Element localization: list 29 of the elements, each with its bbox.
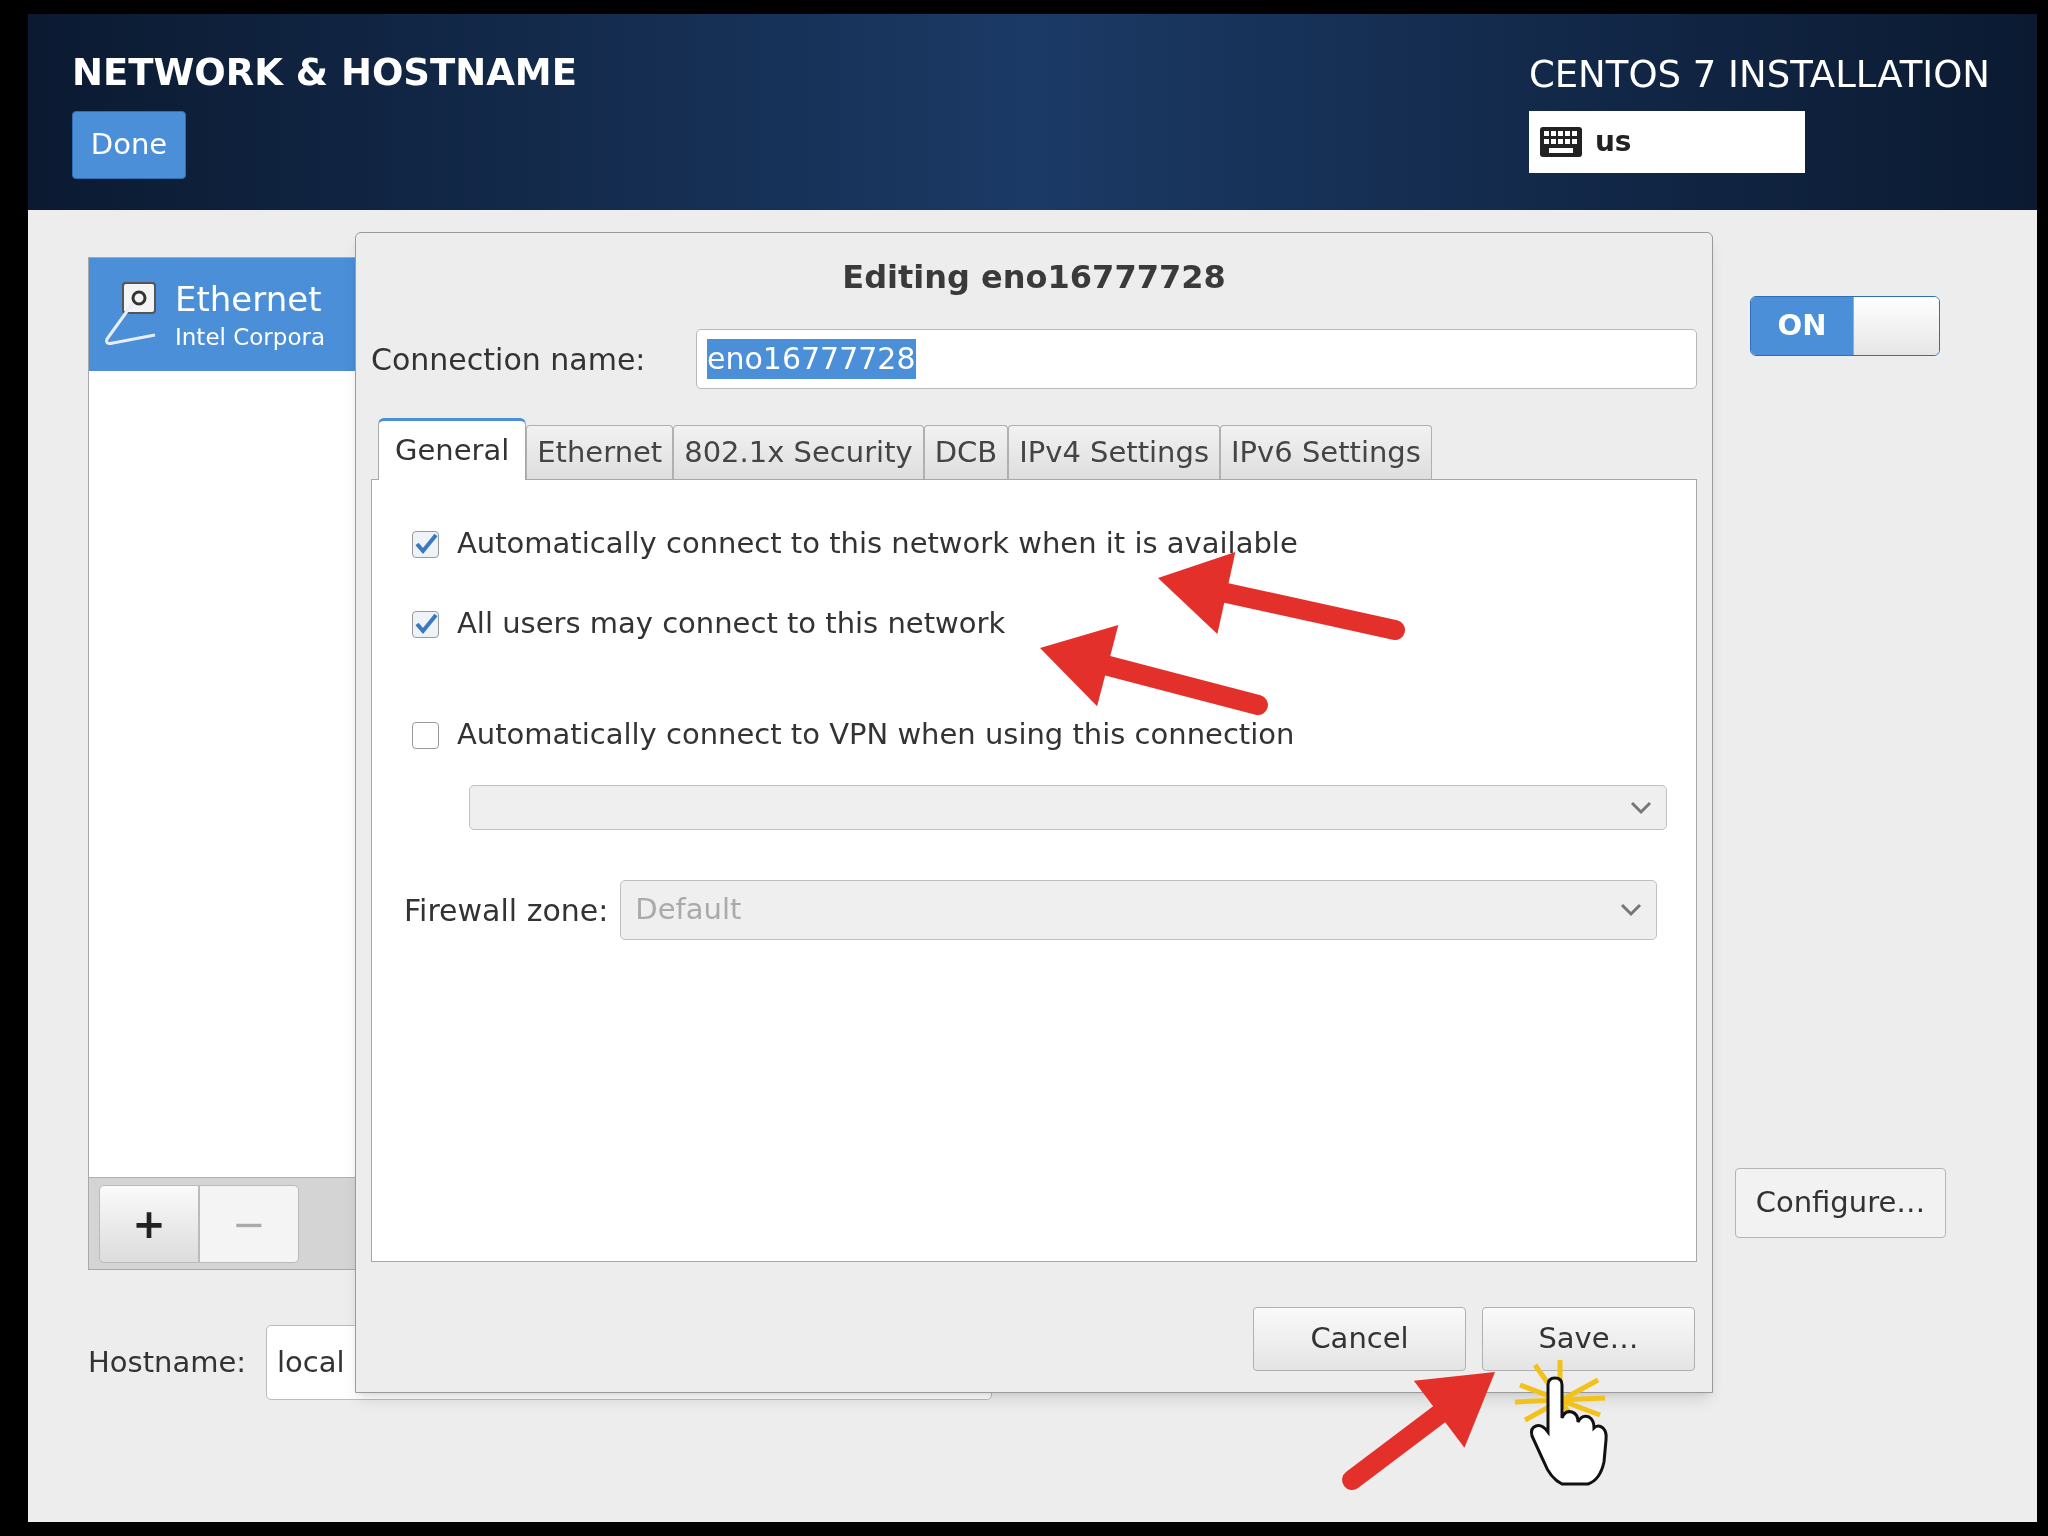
tab[interactable]: DCB — [923, 425, 1009, 479]
checkbox[interactable] — [412, 530, 439, 558]
connection-name: Ethernet — [175, 277, 323, 321]
tab[interactable]: IPv4 Settings — [1008, 425, 1221, 479]
cancel-button[interactable]: Cancel — [1253, 1307, 1466, 1371]
configure-button[interactable]: Configure… — [1735, 1168, 1946, 1238]
keyboard-icon — [1538, 126, 1583, 158]
tab[interactable]: 802.1x Security — [673, 425, 924, 479]
keyboard-layout-value: us — [1594, 124, 1632, 160]
dialog-title: Editing eno16777728 — [842, 257, 1226, 298]
add-button[interactable]: + — [99, 1184, 199, 1263]
checkbox-label: Automatically connect to this network when it is available — [457, 525, 1298, 563]
firewall-zone-label: Firewall zone: — [404, 891, 609, 930]
hand-cursor-icon — [1530, 1376, 1608, 1486]
checkbox[interactable] — [412, 610, 439, 638]
keyboard-layout-field[interactable]: us — [1528, 111, 1805, 173]
checkbox[interactable] — [412, 721, 439, 749]
checkbox-label: Automatically connect to VPN when using this connection — [457, 716, 1295, 754]
product-title: CENTOS 7 INSTALLATION — [1528, 56, 1990, 93]
connection-detail: Intel Corpora — [175, 322, 326, 352]
chevron-down-icon — [1620, 903, 1643, 917]
tab[interactable]: IPv6 Settings — [1220, 425, 1432, 479]
checkbox-label: All users may connect to this network — [457, 605, 1006, 643]
tab[interactable]: Ethernet — [526, 425, 674, 479]
hostname-label: Hostname: — [88, 1343, 247, 1381]
save-button[interactable]: Save… — [1482, 1307, 1695, 1371]
page-title: NETWORK & HOSTNAME — [72, 54, 577, 91]
tab[interactable]: General — [378, 418, 527, 480]
chevron-down-icon — [1630, 800, 1652, 815]
